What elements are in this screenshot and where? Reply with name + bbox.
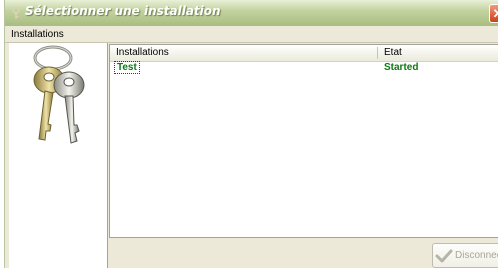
installation-status: Started	[384, 62, 419, 73]
disconnect-button[interactable]: Disconnect	[432, 243, 498, 268]
dialog-window: Sélectionner une installation ✕ Installa…	[4, 0, 498, 268]
check-icon	[435, 249, 453, 263]
column-header-etat[interactable]: Etat	[384, 47, 402, 58]
column-divider[interactable]	[377, 47, 378, 59]
column-header-installations[interactable]: Installations	[116, 47, 169, 58]
close-button[interactable]: ✕	[489, 4, 498, 23]
installation-name[interactable]: Test	[114, 61, 140, 74]
key-icon	[12, 6, 20, 19]
list-header: Installations Etat	[110, 45, 498, 62]
disconnect-label: Disconnect	[455, 250, 498, 261]
group-label: Installations	[11, 29, 64, 40]
keys-icon	[33, 45, 85, 144]
left-panel	[9, 43, 108, 268]
installations-list[interactable]: Installations Etat Test Started	[109, 44, 498, 238]
window-title: Sélectionner une installation	[25, 4, 221, 18]
title-bar[interactable]: Sélectionner une installation ✕	[5, 0, 498, 26]
